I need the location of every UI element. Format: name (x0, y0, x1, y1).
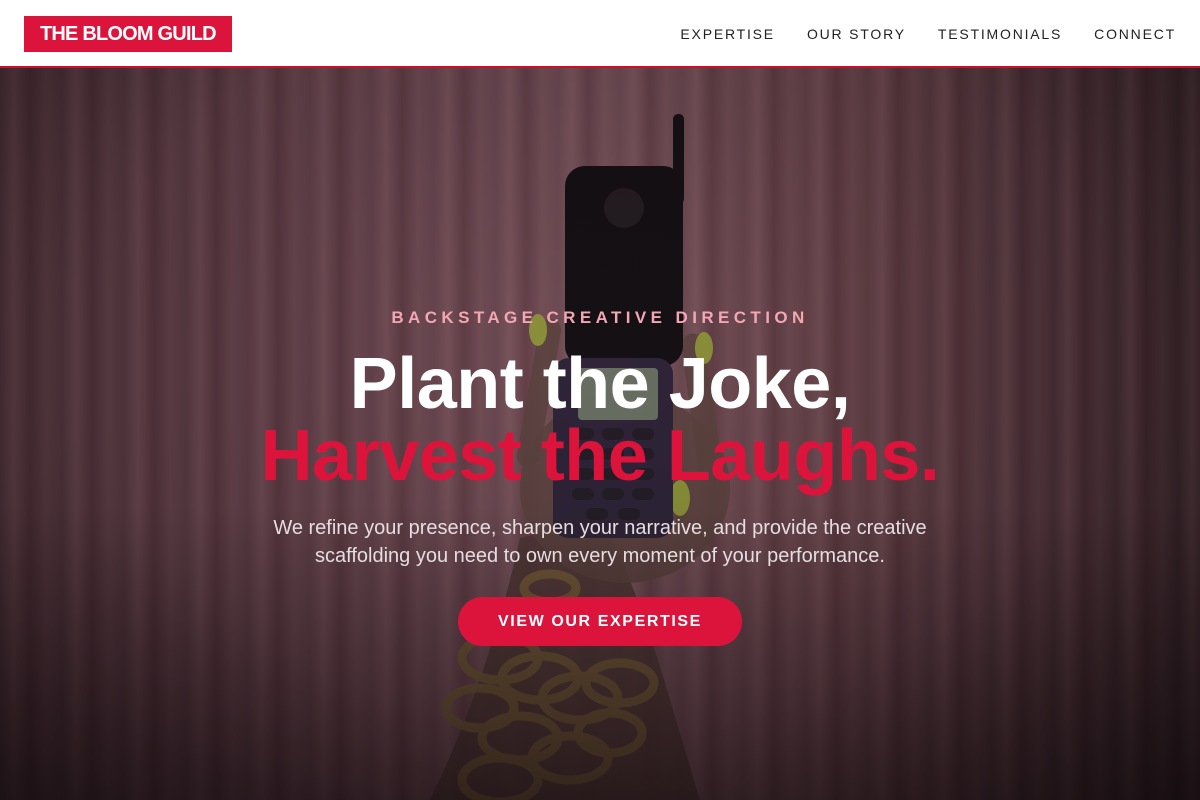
nav-link-testimonials[interactable]: TESTIMONIALS (938, 26, 1062, 42)
hero-headline-line1: Plant the Joke, (349, 344, 851, 424)
view-expertise-button[interactable]: VIEW OUR EXPERTISE (458, 597, 742, 646)
site-header: THE BLOOM GUILD EXPERTISE OUR STORY TEST… (0, 0, 1200, 68)
hero-headline-line2: Harvest the Laughs. (260, 416, 940, 496)
nav-link-our-story[interactable]: OUR STORY (807, 26, 906, 42)
hero-content: BACKSTAGE CREATIVE DIRECTION Plant the J… (0, 68, 1200, 800)
nav-link-connect[interactable]: CONNECT (1094, 26, 1176, 42)
main-nav: EXPERTISE OUR STORY TESTIMONIALS CONNECT (680, 0, 1176, 68)
hero-section: BACKSTAGE CREATIVE DIRECTION Plant the J… (0, 68, 1200, 800)
hero-subtext: We refine your presence, sharpen your na… (273, 517, 927, 567)
logo[interactable]: THE BLOOM GUILD (24, 16, 232, 52)
nav-link-expertise[interactable]: EXPERTISE (680, 26, 775, 42)
hero-eyebrow: BACKSTAGE CREATIVE DIRECTION (391, 308, 809, 327)
